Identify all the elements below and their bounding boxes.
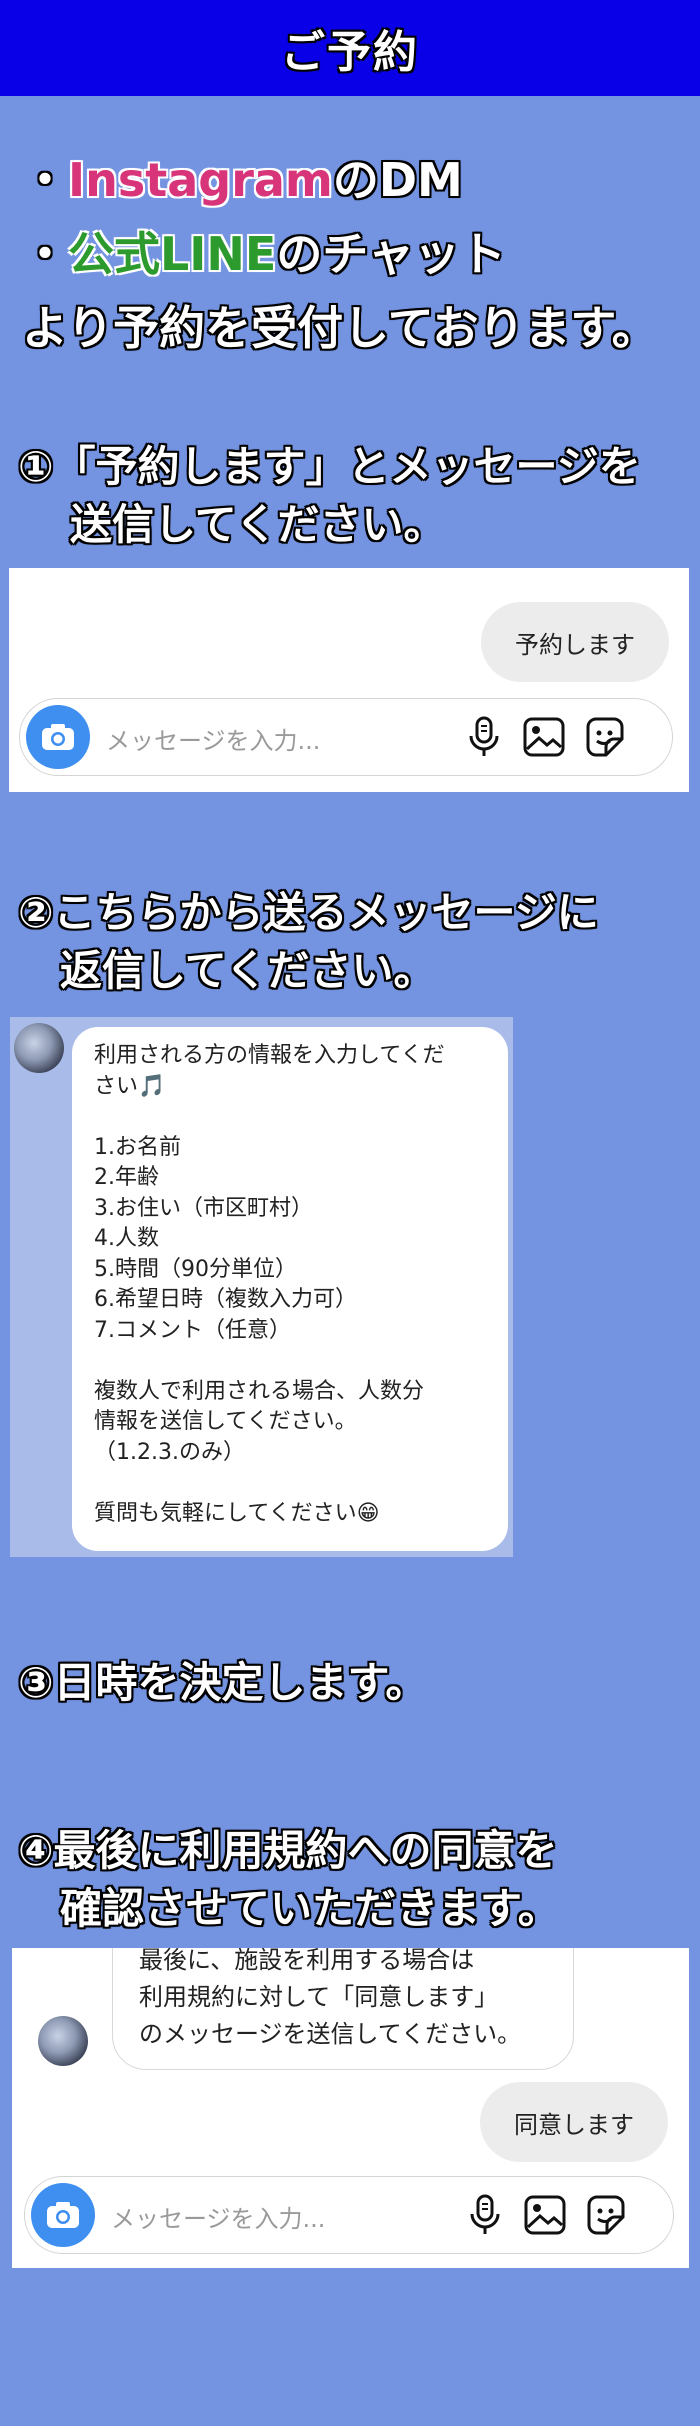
line-label: 公式LINE bbox=[68, 227, 277, 281]
step4-line2: 確認させていただきます。 bbox=[60, 1884, 560, 1933]
step1-line2: 送信してください。 bbox=[70, 500, 446, 549]
message-line: 利用される方の情報を入力してくだ bbox=[94, 1043, 445, 1068]
dm-screenshot-1: 予約します メッセージを入力... bbox=[9, 568, 689, 792]
dm-screenshot-2: 最後に、施設を利用する場合は 利用規約に対して「同意します」 のメッセージを送信… bbox=[12, 1948, 689, 2268]
message-input-bar[interactable]: メッセージを入力... bbox=[24, 2176, 674, 2254]
step2-line2: 返信してください。 bbox=[60, 946, 436, 995]
line-message-bubble: 利用される方の情報を入力してくだ さい🎵 1.お名前 2.年齢 3.お住い（市区… bbox=[72, 1027, 508, 1551]
message-line: のメッセージを送信してください。 bbox=[139, 2020, 522, 2048]
message-line: 最後に、施設を利用する場合は bbox=[139, 1948, 475, 1974]
image-icon[interactable] bbox=[521, 2191, 569, 2239]
message-line: 1.お名前 bbox=[94, 1134, 181, 1160]
sticker-icon[interactable] bbox=[580, 713, 628, 761]
message-input[interactable]: メッセージを入力... bbox=[106, 721, 320, 756]
header-bar: ご予約 bbox=[0, 0, 700, 96]
sent-message-bubble: 予約します bbox=[481, 602, 669, 682]
avatar bbox=[14, 1023, 64, 1073]
message-line: 質問も気軽にしてください😁 bbox=[94, 1500, 380, 1526]
message-line: 2.年齢 bbox=[94, 1165, 159, 1190]
camera-icon[interactable] bbox=[26, 705, 90, 769]
microphone-icon[interactable] bbox=[461, 2191, 509, 2239]
intro-line: ・公式LINEのチャット bbox=[22, 227, 506, 281]
image-icon[interactable] bbox=[520, 713, 568, 761]
message-line: 利用規約に対して「同意します」 bbox=[139, 1983, 499, 2011]
microphone-icon[interactable] bbox=[460, 713, 508, 761]
camera-icon[interactable] bbox=[31, 2183, 95, 2247]
step4-line1: ④最後に利用規約への同意を bbox=[18, 1826, 558, 1875]
intro-instagram: ・InstagramのDM bbox=[22, 153, 463, 207]
message-line: 5.時間（90分単位） bbox=[94, 1256, 297, 1282]
message-line: さい🎵 bbox=[94, 1073, 166, 1099]
step3-line1: ③日時を決定します。 bbox=[18, 1658, 428, 1707]
line-chat-screenshot: 利用される方の情報を入力してくだ さい🎵 1.お名前 2.年齢 3.お住い（市区… bbox=[10, 1017, 513, 1557]
intro-accept: より予約を受付しております。 bbox=[22, 301, 658, 355]
message-line: （1.2.3.のみ） bbox=[94, 1439, 245, 1465]
message-line bbox=[94, 1346, 486, 1377]
message-input-bar[interactable]: メッセージを入力... bbox=[19, 698, 673, 776]
page-title: ご予約 bbox=[281, 27, 419, 78]
sticker-icon[interactable] bbox=[581, 2191, 629, 2239]
avatar bbox=[38, 2016, 88, 2066]
message-line: 情報を送信してください。 bbox=[94, 1409, 357, 1434]
message-input[interactable]: メッセージを入力... bbox=[111, 2199, 325, 2234]
step1-line1: ①「予約します」とメッセージを bbox=[18, 442, 641, 491]
step2-line1: ②こちらから送るメッセージに bbox=[18, 888, 599, 937]
message-line: 7.コメント（任意） bbox=[94, 1317, 291, 1343]
message-line bbox=[94, 1468, 486, 1499]
instagram-label: Instagram bbox=[68, 153, 333, 207]
received-message-bubble: 最後に、施設を利用する場合は 利用規約に対して「同意します」 のメッセージを送信… bbox=[112, 1948, 574, 2070]
message-line: 3.お住い（市区町村） bbox=[94, 1195, 313, 1221]
message-line: 6.希望日時（複数入力可） bbox=[94, 1287, 357, 1312]
message-line: 複数人で利用される場合、人数分 bbox=[94, 1378, 425, 1404]
message-line: 4.人数 bbox=[94, 1226, 159, 1251]
sent-message-bubble: 同意します bbox=[480, 2082, 668, 2162]
message-line bbox=[94, 1102, 486, 1133]
